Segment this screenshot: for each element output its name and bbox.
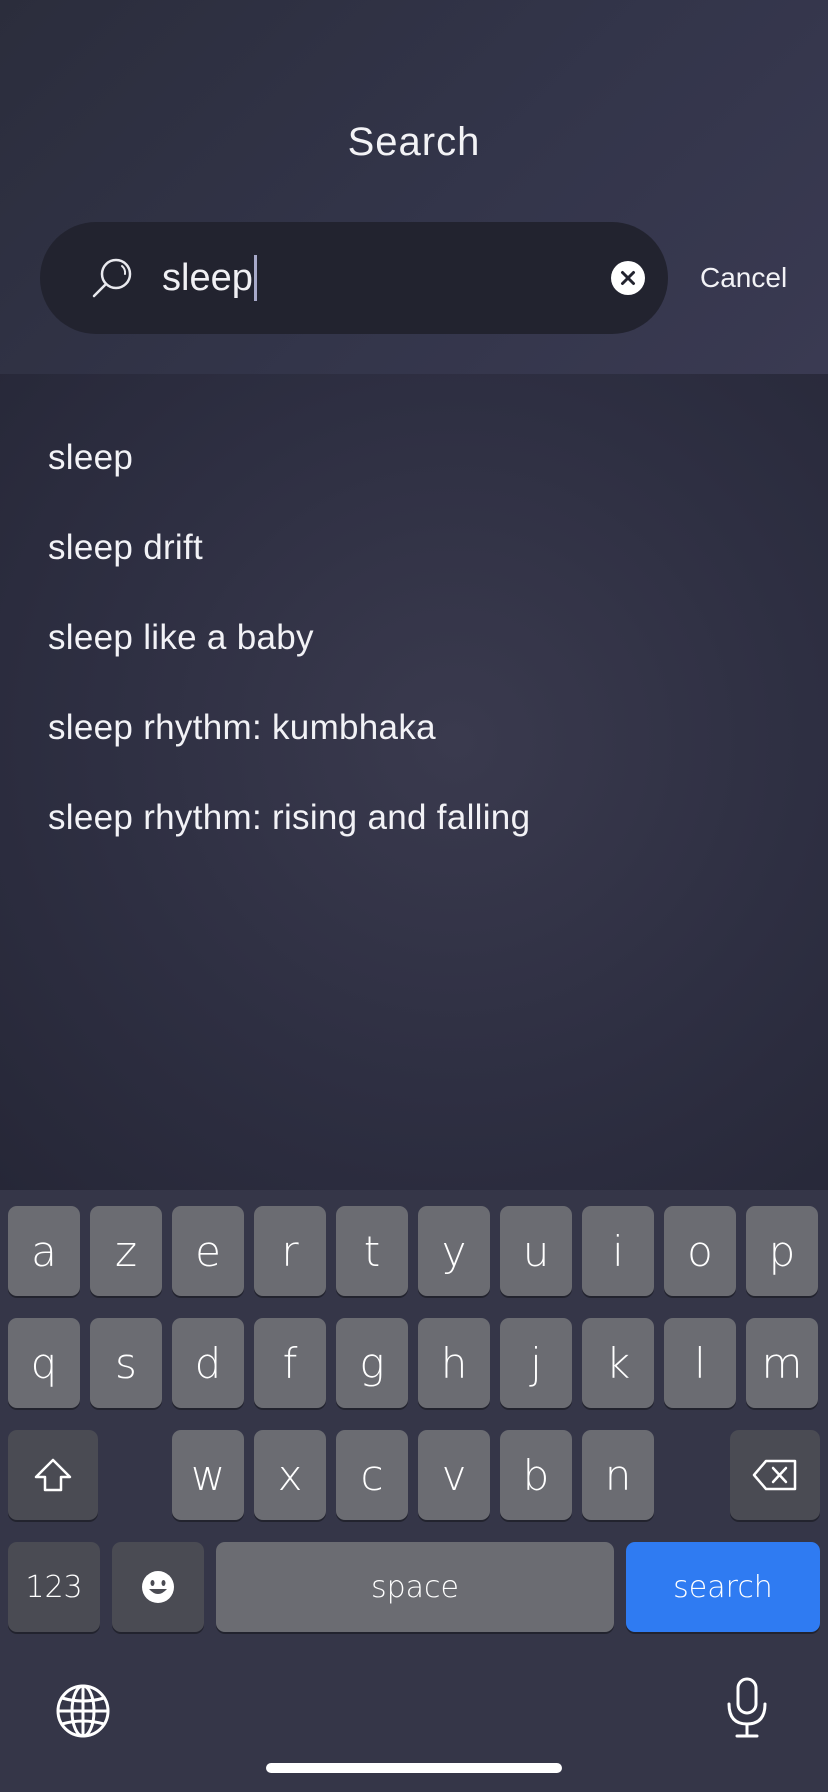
key-c[interactable]: c: [336, 1430, 408, 1520]
key-j[interactable]: j: [500, 1318, 572, 1408]
key-u[interactable]: u: [500, 1206, 572, 1296]
key-b[interactable]: b: [500, 1430, 572, 1520]
key-x[interactable]: x: [254, 1430, 326, 1520]
key-o[interactable]: o: [664, 1206, 736, 1296]
key-y[interactable]: y: [418, 1206, 490, 1296]
suggestion-item[interactable]: sleep drift: [48, 528, 203, 568]
globe-icon[interactable]: [54, 1682, 112, 1740]
clear-icon: [621, 271, 635, 285]
search-query-text: sleep: [162, 256, 253, 299]
key-w[interactable]: w: [172, 1430, 244, 1520]
home-indicator[interactable]: [266, 1763, 562, 1773]
shift-key[interactable]: [8, 1430, 98, 1520]
key-f[interactable]: f: [254, 1318, 326, 1408]
key-q[interactable]: q: [8, 1318, 80, 1408]
search-suggestions-list: sleep sleep drift sleep like a baby slee…: [0, 374, 828, 1190]
suggestion-item[interactable]: sleep rhythm: rising and falling: [48, 798, 530, 838]
text-caret: [253, 255, 257, 301]
key-s[interactable]: s: [90, 1318, 162, 1408]
key-i[interactable]: i: [582, 1206, 654, 1296]
backspace-key[interactable]: [730, 1430, 820, 1520]
page-title: Search: [347, 120, 481, 164]
numbers-key[interactable]: 123: [8, 1542, 100, 1632]
backspace-icon: [752, 1459, 797, 1491]
suggestion-item[interactable]: sleep like a baby: [48, 618, 314, 658]
cancel-button[interactable]: Cancel: [700, 262, 787, 294]
search-icon: [92, 258, 132, 298]
space-key[interactable]: space: [216, 1542, 614, 1632]
on-screen-keyboard: a z e r t y u i o p q s d f g h j k l m …: [0, 1190, 828, 1792]
key-t[interactable]: t: [336, 1206, 408, 1296]
emoji-icon: [142, 1571, 174, 1603]
microphone-icon[interactable]: [722, 1676, 772, 1740]
emoji-key[interactable]: [112, 1542, 204, 1632]
key-g[interactable]: g: [336, 1318, 408, 1408]
suggestion-item[interactable]: sleep rhythm: kumbhaka: [48, 708, 436, 748]
search-header: Search sleep Cancel: [0, 0, 828, 374]
key-h[interactable]: h: [418, 1318, 490, 1408]
key-d[interactable]: d: [172, 1318, 244, 1408]
shift-icon: [34, 1458, 72, 1492]
search-input[interactable]: sleep: [40, 222, 668, 334]
search-submit-key[interactable]: search: [626, 1542, 820, 1632]
key-z[interactable]: z: [90, 1206, 162, 1296]
key-n[interactable]: n: [582, 1430, 654, 1520]
key-v[interactable]: v: [418, 1430, 490, 1520]
key-m[interactable]: m: [746, 1318, 818, 1408]
key-r[interactable]: r: [254, 1206, 326, 1296]
key-e[interactable]: e: [172, 1206, 244, 1296]
key-p[interactable]: p: [746, 1206, 818, 1296]
key-k[interactable]: k: [582, 1318, 654, 1408]
suggestion-item[interactable]: sleep: [48, 438, 133, 478]
clear-search-button[interactable]: [611, 261, 645, 295]
key-a[interactable]: a: [8, 1206, 80, 1296]
search-field-value[interactable]: sleep: [162, 252, 257, 304]
key-l[interactable]: l: [664, 1318, 736, 1408]
